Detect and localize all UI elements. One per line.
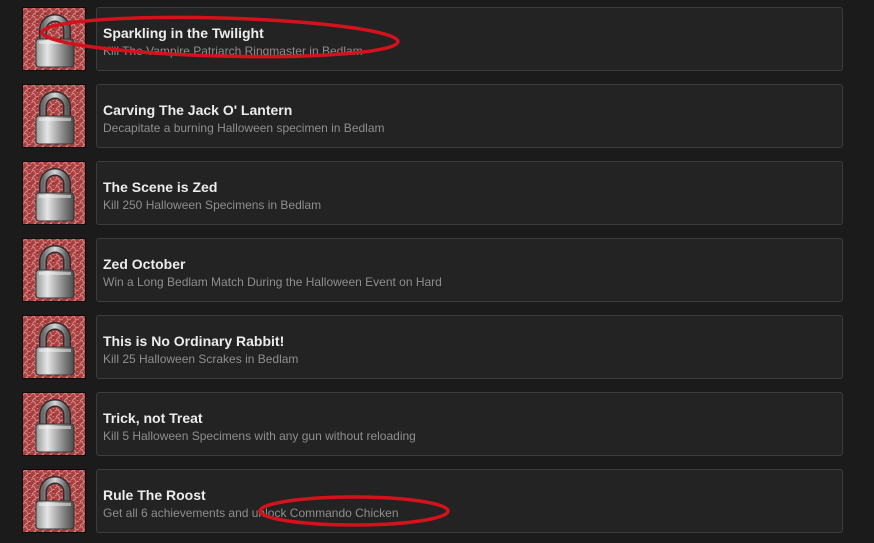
achievement-description: Win a Long Bedlam Match During the Hallo… <box>103 275 442 289</box>
achievement-row: Rule The Roost Get all 6 achievements an… <box>0 469 874 535</box>
padlock-icon <box>22 392 86 456</box>
achievement-row: Carving The Jack O' Lantern Decapitate a… <box>0 84 874 150</box>
achievement-card: Carving The Jack O' Lantern Decapitate a… <box>96 84 843 148</box>
achievement-list: Sparkling in the Twilight Kill The Vampi… <box>0 0 874 543</box>
achievement-title: Carving The Jack O' Lantern <box>103 102 293 118</box>
achievement-title: Rule The Roost <box>103 487 206 503</box>
achievement-title: Trick, not Treat <box>103 410 203 426</box>
achievement-title: This is No Ordinary Rabbit! <box>103 333 285 349</box>
achievement-row: Trick, not Treat Kill 5 Halloween Specim… <box>0 392 874 458</box>
achievement-title: Sparkling in the Twilight <box>103 25 264 41</box>
padlock-icon <box>22 238 86 302</box>
achievement-description: Kill 250 Halloween Specimens in Bedlam <box>103 198 322 212</box>
achievement-card: Rule The Roost Get all 6 achievements an… <box>96 469 843 533</box>
achievement-description: Kill 5 Halloween Specimens with any gun … <box>103 429 416 443</box>
achievement-row: This is No Ordinary Rabbit! Kill 25 Hall… <box>0 315 874 381</box>
padlock-icon <box>22 315 86 379</box>
achievement-description: Kill The Vampire Patriarch Ringmaster in… <box>103 44 363 58</box>
achievement-row: The Scene is Zed Kill 250 Halloween Spec… <box>0 161 874 227</box>
achievement-row: Zed October Win a Long Bedlam Match Duri… <box>0 238 874 304</box>
achievement-card: The Scene is Zed Kill 250 Halloween Spec… <box>96 161 843 225</box>
achievement-description: Get all 6 achievements and unlock Comman… <box>103 506 399 520</box>
padlock-icon <box>22 7 86 71</box>
achievement-description: Kill 25 Halloween Scrakes in Bedlam <box>103 352 299 366</box>
padlock-icon <box>22 469 86 533</box>
achievement-card: This is No Ordinary Rabbit! Kill 25 Hall… <box>96 315 843 379</box>
achievement-title: Zed October <box>103 256 186 272</box>
padlock-icon <box>22 84 86 148</box>
achievement-card: Sparkling in the Twilight Kill The Vampi… <box>96 7 843 71</box>
achievement-row: Sparkling in the Twilight Kill The Vampi… <box>0 7 874 73</box>
padlock-icon <box>22 161 86 225</box>
achievement-card: Zed October Win a Long Bedlam Match Duri… <box>96 238 843 302</box>
achievement-card: Trick, not Treat Kill 5 Halloween Specim… <box>96 392 843 456</box>
achievement-description: Decapitate a burning Halloween specimen … <box>103 121 385 135</box>
achievement-title: The Scene is Zed <box>103 179 218 195</box>
